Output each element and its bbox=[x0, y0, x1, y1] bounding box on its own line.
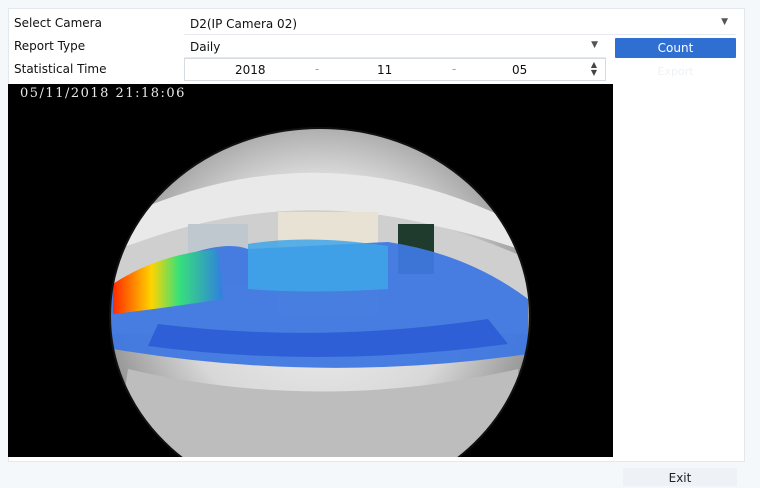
chevron-down-icon[interactable]: ▼ bbox=[591, 40, 598, 50]
report-type-value: Daily bbox=[190, 40, 221, 54]
month-segment[interactable]: 11 bbox=[377, 63, 392, 77]
report-type-select[interactable]: Daily ▼ bbox=[184, 36, 606, 58]
year-segment[interactable]: 2018 bbox=[235, 63, 266, 77]
date-separator: - bbox=[315, 62, 320, 76]
select-camera-label: Select Camera bbox=[14, 16, 102, 30]
camera-select-value: D2(IP Camera 02) bbox=[190, 17, 298, 31]
spinner-icon[interactable]: ▲ ▼ bbox=[590, 61, 598, 77]
count-button[interactable]: Count bbox=[615, 38, 736, 58]
statistical-time-label: Statistical Time bbox=[14, 62, 107, 76]
osd-timestamp: 05/11/2018 21:18:06 bbox=[20, 86, 186, 101]
video-preview: 05/11/2018 21:18:06 bbox=[8, 84, 613, 457]
chevron-down-icon[interactable]: ▼ bbox=[721, 17, 728, 27]
report-type-label: Report Type bbox=[14, 39, 86, 53]
day-segment[interactable]: 05 bbox=[512, 63, 527, 77]
exit-button[interactable]: Exit bbox=[623, 468, 737, 486]
statistical-time-field[interactable]: 2018 - 11 - 05 ▲ ▼ bbox=[184, 58, 606, 81]
date-separator: - bbox=[452, 62, 457, 76]
export-button[interactable]: Export bbox=[615, 64, 736, 80]
fisheye-heatmap-image bbox=[109, 127, 531, 457]
camera-select[interactable]: D2(IP Camera 02) ▼ bbox=[184, 13, 736, 35]
